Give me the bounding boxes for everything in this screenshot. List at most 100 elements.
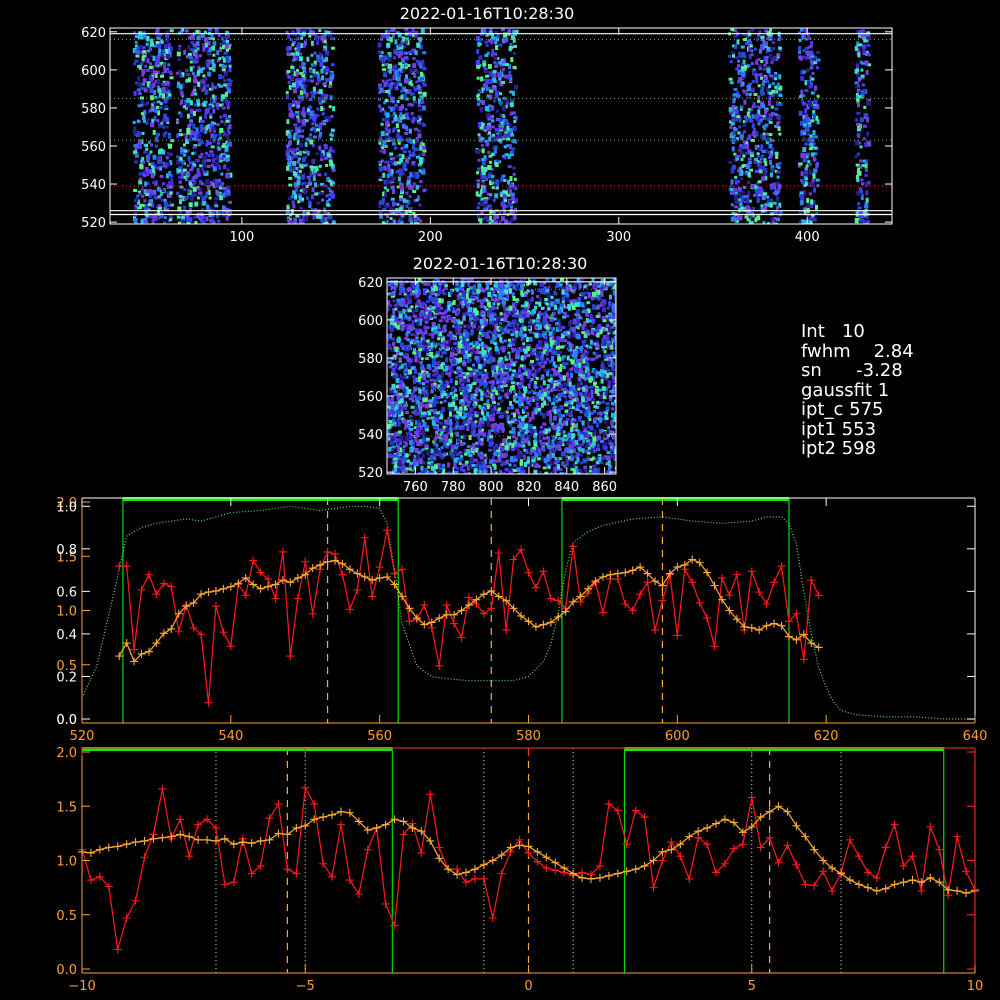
heatmap-pixel xyxy=(499,126,504,130)
heatmap-pixel xyxy=(744,215,749,219)
heatmap-pixel xyxy=(483,199,488,204)
heatmap-pixel xyxy=(799,195,804,199)
heatmap-pixel xyxy=(222,166,226,170)
heatmap-pixel xyxy=(816,94,820,98)
heatmap-pixel xyxy=(134,146,138,151)
heatmap-pixel xyxy=(312,64,316,68)
heatmap-pixel xyxy=(421,59,425,65)
heatmap-pixel xyxy=(491,469,495,473)
heatmap-pixel xyxy=(506,126,510,131)
heatmap-pixel xyxy=(805,114,809,120)
heatmap-pixel xyxy=(226,39,229,43)
heatmap-pixel xyxy=(392,127,397,131)
heatmap-pixel xyxy=(812,142,816,146)
heatmap-pixel xyxy=(491,48,495,54)
heatmap-pixel xyxy=(296,28,300,32)
heatmap-pixel xyxy=(156,28,160,32)
heatmap-pixel xyxy=(486,141,489,145)
heatmap-pixel xyxy=(215,161,219,167)
heatmap-pixel xyxy=(192,43,197,47)
heatmap-pixel xyxy=(511,147,515,151)
heatmap-pixel xyxy=(572,285,577,290)
heatmap-pixel xyxy=(189,60,193,64)
heatmap-pixel xyxy=(570,373,573,378)
heatmap-pixel xyxy=(776,175,780,179)
heatmap-pixel xyxy=(290,65,295,69)
heatmap-pixel xyxy=(395,155,399,158)
heatmap-pixel xyxy=(762,223,766,224)
heatmap-pixel xyxy=(738,191,742,197)
heatmap-pixel xyxy=(494,306,498,310)
heatmap-pixel xyxy=(408,195,412,198)
heatmap-pixel xyxy=(812,130,816,136)
heatmap-pixel xyxy=(740,177,744,180)
heatmap-pixel xyxy=(163,61,167,65)
heatmap-pixel xyxy=(491,125,495,129)
heatmap-pixel xyxy=(297,80,302,84)
heatmap-pixel xyxy=(207,105,212,109)
heatmap-pixel xyxy=(511,448,516,452)
heatmap-pixel xyxy=(737,169,740,173)
heatmap-pixel xyxy=(757,100,761,103)
heatmap-pixel xyxy=(406,158,410,164)
heatmap-pixel xyxy=(187,44,191,50)
heatmap-pixel xyxy=(757,180,762,184)
heatmap-pixel xyxy=(192,111,196,116)
heatmap-pixel xyxy=(288,102,293,108)
heatmap-pixel xyxy=(164,125,169,129)
heatmap-pixel xyxy=(502,115,506,119)
heatmap-pixel xyxy=(510,150,514,154)
heatmap-pixel xyxy=(155,132,159,138)
heatmap-pixel xyxy=(331,168,336,172)
heatmap-pixel xyxy=(540,412,543,416)
heatmap-pixel xyxy=(402,69,406,73)
heatmap-pixel xyxy=(740,158,744,161)
zoom-heatmap-title: 2022-01-16T10:28:30 xyxy=(413,254,588,273)
heatmap-pixel xyxy=(187,97,191,103)
heatmap-pixel xyxy=(740,82,744,87)
heatmap-pixel xyxy=(151,181,155,185)
heatmap-pixel xyxy=(448,331,453,334)
heatmap-pixel xyxy=(729,188,734,191)
heatmap-pixel xyxy=(561,325,565,329)
heatmap-pixel xyxy=(480,165,484,169)
heatmap-pixel xyxy=(430,342,434,348)
heatmap-pixel xyxy=(747,160,752,164)
heatmap-pixel xyxy=(404,132,409,135)
heatmap-pixel xyxy=(194,201,199,207)
heatmap-pixel xyxy=(386,117,391,121)
heatmap-pixel xyxy=(317,35,321,39)
heatmap-pixel xyxy=(178,194,183,198)
heatmap-pixel xyxy=(799,200,804,206)
heatmap-pixel xyxy=(160,82,165,86)
heatmap-pixel xyxy=(410,92,415,96)
heatmap-pixel xyxy=(589,324,594,328)
heatmap-pixel xyxy=(417,76,421,80)
heatmap-pixel xyxy=(203,195,206,201)
heatmap-pixel xyxy=(728,77,733,81)
heatmap-pixel xyxy=(412,57,416,60)
heatmap-pixel xyxy=(214,201,218,205)
heatmap-pixel xyxy=(134,154,139,158)
heatmap-pixel xyxy=(218,57,222,61)
heatmap-pixel xyxy=(513,214,517,220)
heatmap-pixel xyxy=(807,80,810,86)
heatmap-pixel xyxy=(404,107,408,111)
heatmap-pixel xyxy=(857,77,862,80)
heatmap-pixel xyxy=(205,151,208,155)
heatmap-pixel xyxy=(329,77,334,81)
heatmap-pixel xyxy=(145,42,149,46)
heatmap-pixel xyxy=(405,144,409,147)
heatmap-pixel xyxy=(379,149,384,153)
heatmap-pixel xyxy=(516,280,521,286)
heatmap-pixel xyxy=(177,57,182,61)
heatmap-pixel xyxy=(396,202,400,206)
heatmap-pixel xyxy=(418,121,421,125)
heatmap-pixel xyxy=(220,157,225,161)
heatmap-pixel xyxy=(486,404,490,410)
heatmap-pixel xyxy=(776,170,781,174)
heatmap-pixel xyxy=(158,48,162,52)
heatmap-pixel xyxy=(146,181,150,185)
heatmap-pixel xyxy=(140,218,144,224)
heatmap-pixel xyxy=(864,173,868,177)
